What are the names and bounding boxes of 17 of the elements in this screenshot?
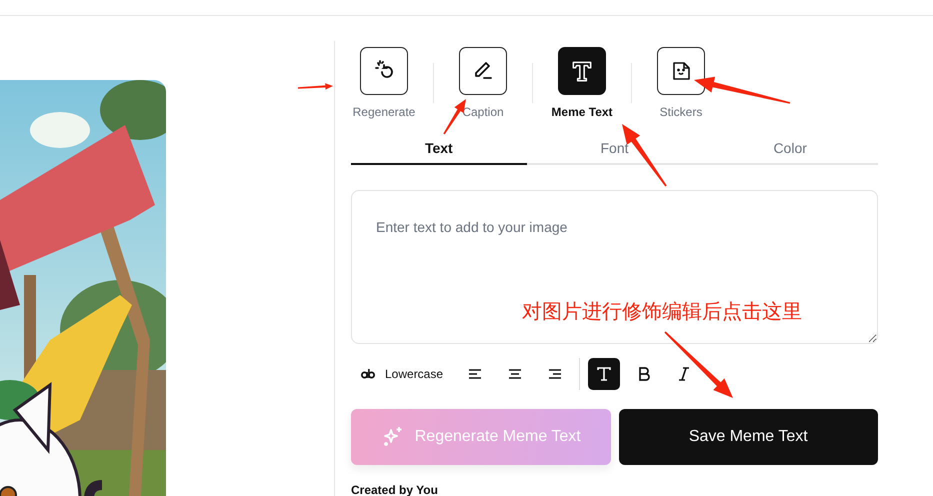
tool-label: Caption [462,105,504,119]
annotation-arrow [664,331,733,398]
tool-label: Regenerate [352,105,416,119]
letter-t-icon[interactable] [588,358,620,390]
lowercase-button[interactable]: Lowercase [351,358,452,390]
lowercase-ab-icon [361,369,375,379]
tool-label: Stickers [660,105,702,119]
tool-button[interactable] [657,47,705,95]
tab[interactable]: Text [351,133,527,165]
annotation-arrow [298,83,333,90]
tool-label: Meme Text [551,105,613,119]
tab[interactable]: Color [702,133,878,165]
save-button[interactable]: Save Meme Text [618,409,878,465]
tool-button[interactable] [360,47,408,95]
tool-button[interactable] [459,47,507,95]
annotation-note: 对图片进行修饰编辑后点击这里 [522,298,802,325]
tool-button[interactable] [558,47,606,95]
